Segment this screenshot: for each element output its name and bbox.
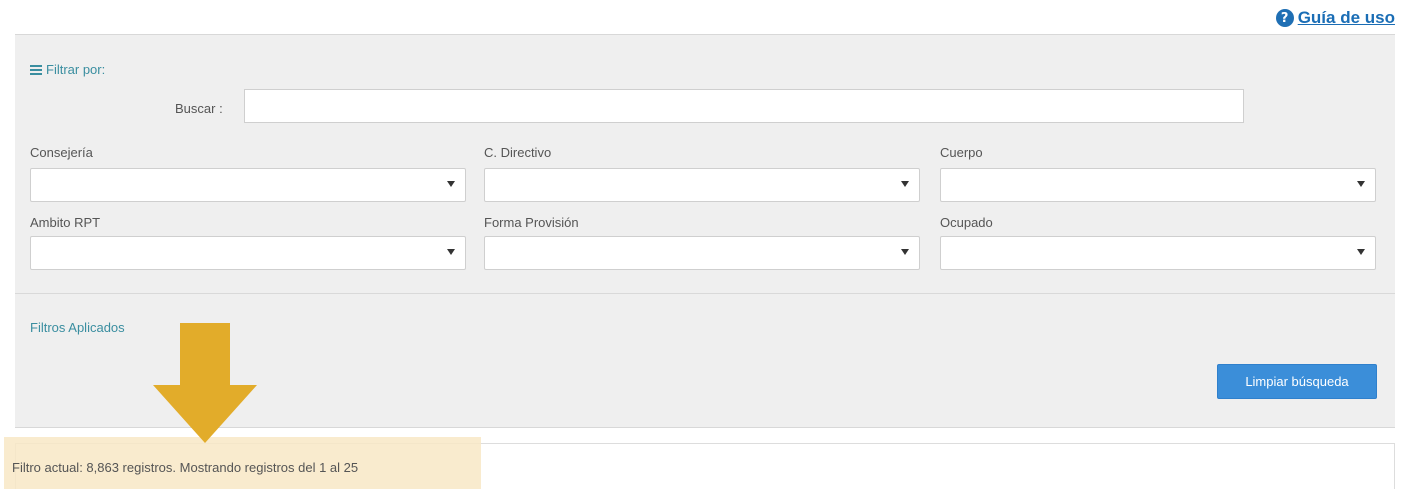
bars-icon	[30, 64, 42, 75]
filter-title: Filtrar por:	[46, 62, 106, 77]
cuerpo-select[interactable]	[940, 168, 1376, 202]
forma-provision-select[interactable]	[484, 236, 920, 270]
caret-down-icon	[447, 181, 455, 187]
consejeria-select[interactable]	[30, 168, 466, 202]
caret-down-icon	[901, 249, 909, 255]
help-guide-label: Guía de uso	[1297, 8, 1395, 27]
c-directivo-select[interactable]	[484, 168, 920, 202]
caret-down-icon	[901, 181, 909, 187]
help-guide-link[interactable]: ? Guía de uso	[1275, 8, 1395, 28]
ocupado-select[interactable]	[940, 236, 1376, 270]
applied-filters-title: Filtros Aplicados	[30, 320, 125, 335]
forma-provision-label: Forma Provisión	[484, 215, 579, 230]
caret-down-icon	[1357, 249, 1365, 255]
ocupado-label: Ocupado	[940, 215, 993, 230]
ambito-rpt-label: Ambito RPT	[30, 215, 101, 230]
search-label: Buscar :	[175, 101, 223, 116]
caret-down-icon	[447, 249, 455, 255]
divider	[15, 293, 1395, 294]
results-summary: Filtro actual: 8,863 registros. Mostrand…	[12, 460, 359, 475]
clear-search-button[interactable]: Limpiar búsqueda	[1217, 364, 1377, 399]
c-directivo-label: C. Directivo	[484, 145, 552, 160]
ambito-rpt-select[interactable]	[30, 236, 466, 270]
caret-down-icon	[1357, 181, 1365, 187]
search-input[interactable]	[244, 89, 1244, 123]
consejeria-label: Consejería	[30, 145, 93, 160]
filter-header: Filtrar por:	[30, 62, 105, 77]
question-circle-icon: ?	[1275, 9, 1294, 27]
cuerpo-label: Cuerpo	[940, 145, 983, 160]
arrow-down-icon	[153, 323, 257, 443]
